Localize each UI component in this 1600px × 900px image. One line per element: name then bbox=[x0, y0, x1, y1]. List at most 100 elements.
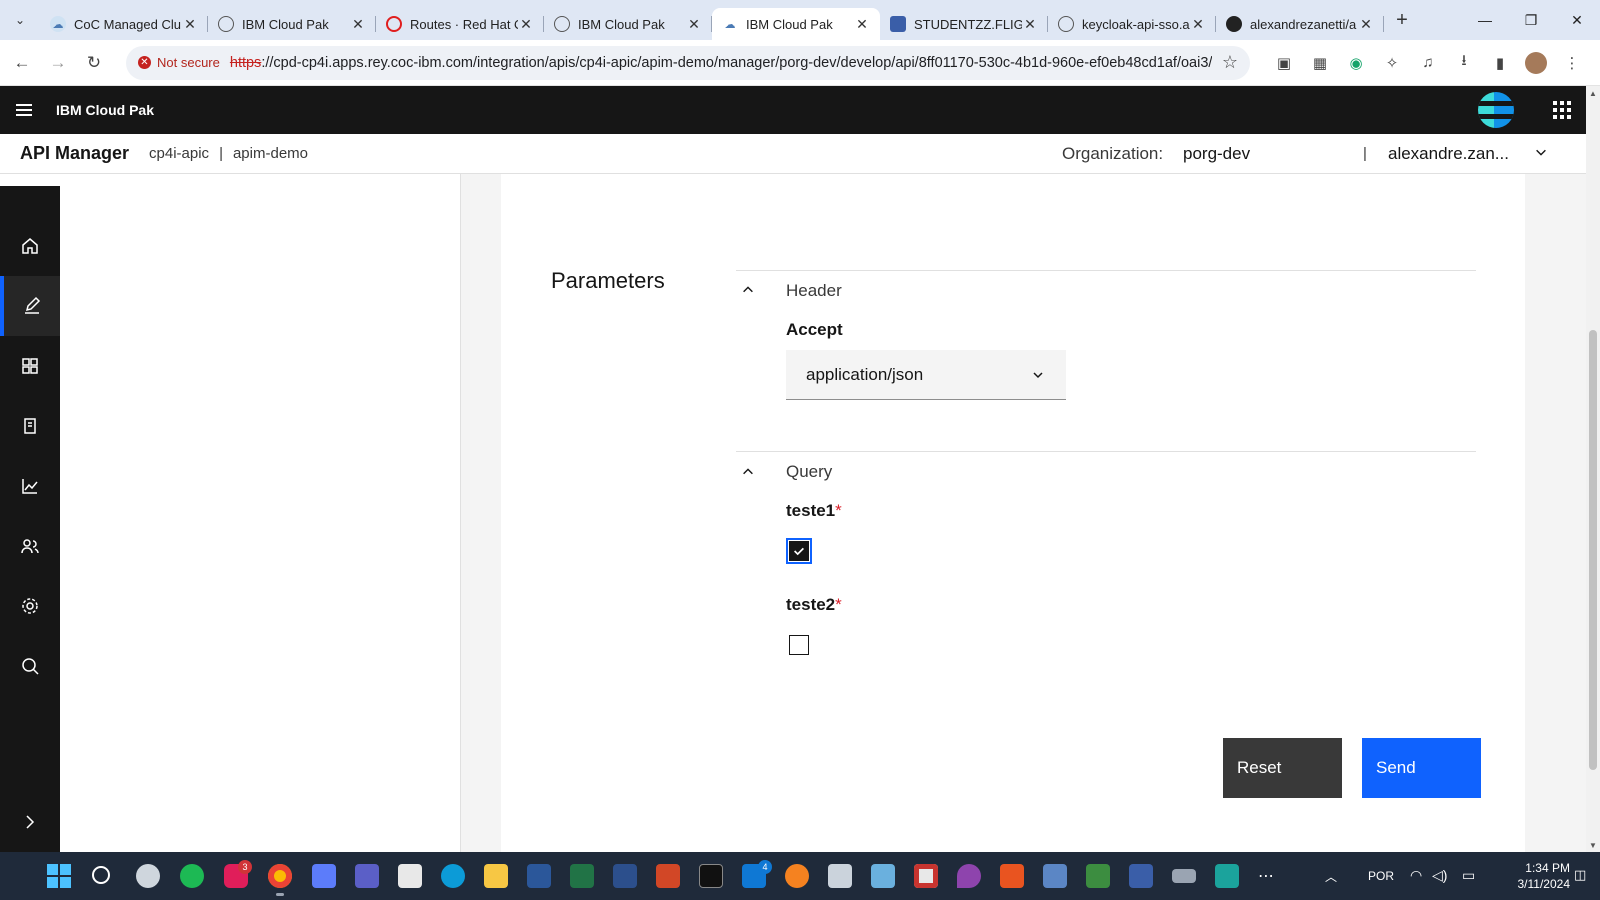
minimize-icon[interactable]: — bbox=[1462, 0, 1508, 40]
droplet-app-icon[interactable] bbox=[957, 864, 981, 888]
nav-search[interactable] bbox=[0, 636, 60, 696]
ubuntu-icon[interactable] bbox=[1000, 864, 1024, 888]
user-menu[interactable]: alexandre.zan... bbox=[1388, 144, 1509, 164]
nav-settings[interactable] bbox=[0, 576, 60, 636]
browser-tab[interactable]: alexandrezanetti/a ✕ bbox=[1216, 8, 1384, 40]
nav-members[interactable] bbox=[0, 516, 60, 576]
hamburger-menu-icon[interactable] bbox=[0, 86, 48, 134]
organization-value[interactable]: porg-dev bbox=[1183, 144, 1250, 164]
extensions-puzzle-icon[interactable]: ✧ bbox=[1374, 45, 1410, 81]
collapse-header-toggle[interactable] bbox=[736, 278, 760, 302]
notifications-icon[interactable]: ◫ bbox=[1574, 867, 1586, 883]
tray-overflow-chevron-icon[interactable]: ︿ bbox=[1325, 868, 1337, 885]
nav-develop[interactable] bbox=[0, 276, 60, 336]
monitor-app-icon[interactable] bbox=[1043, 864, 1067, 888]
photos-icon[interactable] bbox=[1086, 864, 1110, 888]
browser-tab[interactable]: IBM Cloud Pak ✕ bbox=[544, 8, 712, 40]
vpn-client-icon[interactable] bbox=[312, 864, 336, 888]
nav-expand[interactable] bbox=[0, 792, 60, 852]
device-manager-icon[interactable] bbox=[1172, 869, 1196, 883]
windows-start-icon[interactable] bbox=[47, 864, 71, 888]
collapse-query-toggle[interactable] bbox=[736, 460, 760, 484]
nav-analytics[interactable] bbox=[0, 456, 60, 516]
network-tool-icon[interactable] bbox=[1129, 864, 1153, 888]
product-name[interactable]: IBM Cloud Pak bbox=[56, 102, 154, 118]
postman-icon[interactable] bbox=[785, 864, 809, 888]
side-panel-icon[interactable]: ▮ bbox=[1482, 45, 1518, 81]
app-switcher-icon[interactable] bbox=[1538, 86, 1586, 134]
reload-icon[interactable]: ↻ bbox=[76, 45, 112, 81]
input-language[interactable]: POR bbox=[1368, 869, 1394, 883]
download-icon[interactable]: ⭳ bbox=[1446, 45, 1482, 81]
back-icon[interactable]: ← bbox=[4, 45, 40, 81]
scroll-down-icon[interactable]: ▼ bbox=[1586, 838, 1600, 852]
tab-close-icon[interactable]: ✕ bbox=[1022, 16, 1038, 33]
volume-icon[interactable]: ◁) bbox=[1432, 867, 1447, 884]
browser-tab[interactable]: Routes · Red Hat O ✕ bbox=[376, 8, 544, 40]
slack-notification-badge: 3 bbox=[238, 860, 252, 874]
search-taskbar-icon[interactable] bbox=[92, 866, 110, 884]
teste1-checkbox[interactable] bbox=[786, 538, 812, 564]
tab-close-icon[interactable]: ✕ bbox=[350, 16, 366, 33]
new-tab-icon[interactable]: + bbox=[1384, 0, 1420, 40]
tab-close-icon[interactable]: ✕ bbox=[686, 16, 702, 33]
browser-tab-active[interactable]: ☁ IBM Cloud Pak ✕ bbox=[712, 8, 880, 40]
file-explorer-icon[interactable] bbox=[484, 864, 508, 888]
accept-select[interactable]: application/json bbox=[786, 350, 1066, 400]
system-clock[interactable]: 1:34 PM 3/11/2024 bbox=[1500, 860, 1571, 892]
nav-manage[interactable] bbox=[0, 336, 60, 396]
qr-code-icon[interactable]: ▦ bbox=[1302, 45, 1338, 81]
browser-tab[interactable]: IBM Cloud Pak ✕ bbox=[208, 8, 376, 40]
nav-catalogs[interactable] bbox=[0, 396, 60, 456]
edge-icon[interactable] bbox=[441, 864, 465, 888]
page-scrollbar[interactable]: ▲ ▼ bbox=[1586, 86, 1600, 852]
browser-tab[interactable]: ☁ CoC Managed Clu ✕ bbox=[40, 8, 208, 40]
header-section-label[interactable]: Header bbox=[786, 281, 842, 301]
extension-icon[interactable]: ▣ bbox=[1266, 45, 1302, 81]
microsoft-store-icon[interactable] bbox=[398, 864, 422, 888]
restore-icon[interactable]: ❐ bbox=[1508, 0, 1554, 40]
close-window-icon[interactable]: ✕ bbox=[1554, 0, 1600, 40]
reset-button[interactable]: Reset bbox=[1223, 738, 1342, 798]
snipping-tool-icon[interactable] bbox=[914, 864, 938, 888]
send-button[interactable]: Send bbox=[1362, 738, 1481, 798]
tab-close-icon[interactable]: ✕ bbox=[1190, 16, 1206, 33]
tab-close-icon[interactable]: ✕ bbox=[182, 16, 198, 33]
tab-search-chevron-icon[interactable]: ⌄ bbox=[0, 0, 40, 40]
powerpoint-icon[interactable] bbox=[656, 864, 680, 888]
browser-menu-icon[interactable]: ⋮ bbox=[1554, 45, 1590, 81]
forward-icon[interactable]: → bbox=[40, 45, 76, 81]
chevron-down-icon[interactable] bbox=[1534, 145, 1548, 162]
tab-close-icon[interactable]: ✕ bbox=[854, 16, 870, 33]
tab-close-icon[interactable]: ✕ bbox=[518, 16, 534, 33]
teams-icon[interactable] bbox=[355, 864, 379, 888]
remote-desktop-icon[interactable] bbox=[871, 864, 895, 888]
battery-icon[interactable]: ▭ bbox=[1462, 867, 1475, 884]
teste2-checkbox[interactable] bbox=[789, 635, 809, 655]
browser-tab[interactable]: STUDENTZZ.FLIGH ✕ bbox=[880, 8, 1048, 40]
powershell-icon[interactable] bbox=[613, 864, 637, 888]
more-apps-icon[interactable]: ⋯ bbox=[1258, 866, 1274, 886]
profile-avatar[interactable] bbox=[1518, 45, 1554, 81]
obs-studio-icon[interactable] bbox=[136, 864, 160, 888]
security-indicator[interactable]: ✕ Not secure bbox=[138, 55, 220, 70]
user-avatar-icon[interactable] bbox=[1478, 92, 1514, 128]
grammarly-icon[interactable]: ◉ bbox=[1338, 45, 1374, 81]
tab-close-icon[interactable]: ✕ bbox=[1358, 16, 1374, 33]
spotify-icon[interactable] bbox=[180, 864, 204, 888]
word-icon[interactable] bbox=[527, 864, 551, 888]
excel-icon[interactable] bbox=[570, 864, 594, 888]
query-section-label[interactable]: Query bbox=[786, 462, 832, 482]
media-control-icon[interactable]: ♫ bbox=[1410, 45, 1446, 81]
calculator-app-icon[interactable] bbox=[1215, 864, 1239, 888]
chrome-icon[interactable] bbox=[268, 864, 292, 888]
scroll-thumb[interactable] bbox=[1589, 330, 1597, 770]
bookmark-star-icon[interactable]: ☆ bbox=[1222, 52, 1238, 73]
scroll-up-icon[interactable]: ▲ bbox=[1586, 86, 1600, 100]
url-input[interactable]: ✕ Not secure https ://cpd-cp4i.apps.rey.… bbox=[126, 45, 1250, 80]
nav-home[interactable] bbox=[0, 216, 60, 276]
terminal-icon[interactable] bbox=[699, 864, 723, 888]
wifi-icon[interactable]: ◠ bbox=[1410, 867, 1422, 884]
browser-tab[interactable]: keycloak-api-sso.a ✕ bbox=[1048, 8, 1216, 40]
notepad-icon[interactable] bbox=[828, 864, 852, 888]
